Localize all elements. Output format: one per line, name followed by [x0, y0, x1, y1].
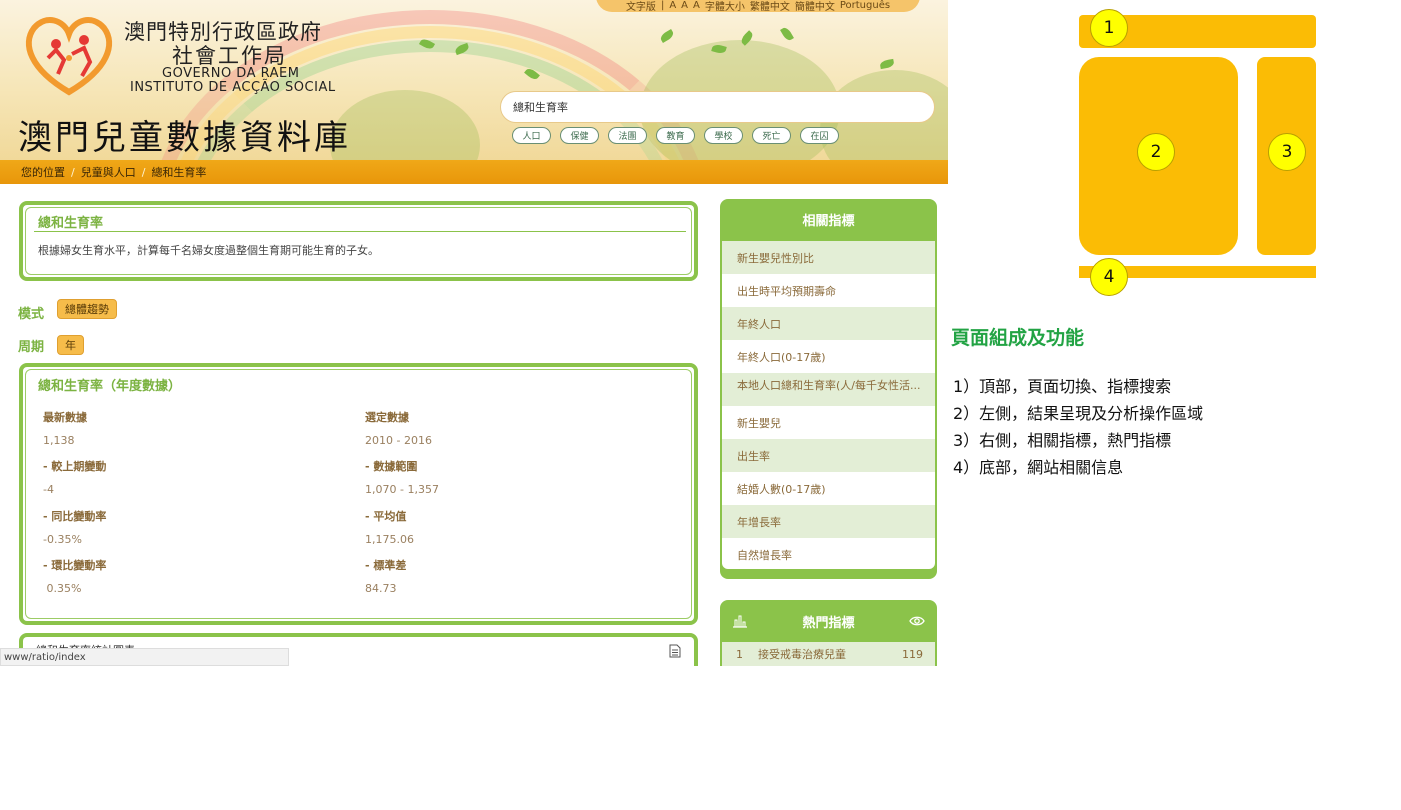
badge-1: 1	[1090, 9, 1128, 47]
breadcrumb-current: 總和生育率	[151, 166, 207, 179]
breadcrumb-separator: /	[141, 165, 146, 179]
related-indicators-panel: 相關指標 新生嬰兒性別比 出生時平均預期壽命 年終人口 年終人口(0-17歲) …	[720, 199, 937, 579]
quick-tag-school[interactable]: 學校	[704, 127, 743, 144]
font-size-label: 字體大小	[704, 1, 745, 13]
stat-value: -4	[43, 483, 54, 496]
page: 澳門特別行政區政府 社會工作局 GOVERNO DA RAEM INSTITUT…	[0, 0, 1401, 810]
card-inner-border	[25, 369, 692, 619]
stat-label: 選定數據	[365, 411, 409, 424]
badge-4: 4	[1090, 258, 1128, 296]
hot-panel-title: 熱門指標	[802, 615, 855, 631]
breadcrumb-category[interactable]: 兒童與人口	[81, 164, 136, 180]
stat-value: 1,175.06	[365, 533, 414, 546]
description-card	[19, 201, 698, 281]
related-item[interactable]: 新生嬰兒性別比	[722, 241, 935, 274]
quick-tag-population[interactable]: 人口	[512, 127, 551, 144]
org-name-pt-sub: INSTITUTO DE ACÇÃO SOCIAL	[130, 80, 336, 95]
page-cutoff	[0, 666, 948, 810]
bar-chart-icon	[733, 615, 747, 628]
leaf-decoration	[658, 29, 676, 43]
related-panel-title: 相關指標	[802, 213, 855, 229]
related-item[interactable]: 年終人口(0-17歲)	[722, 340, 935, 373]
divider: |	[660, 0, 665, 11]
lang-simplified-link[interactable]: 簡體中文	[795, 0, 835, 13]
lang-portuguese-link[interactable]: Português	[840, 0, 890, 11]
quick-tag-education[interactable]: 教育	[656, 127, 695, 144]
font-large-button[interactable]: A	[693, 0, 700, 11]
period-chip-year[interactable]: 年	[57, 335, 84, 355]
indicator-search-input[interactable]: 總和生育率	[500, 91, 935, 123]
ias-logo	[25, 17, 113, 96]
hot-item-count: 119	[902, 647, 923, 661]
stat-label: 最新數據	[43, 411, 87, 424]
hot-list-item[interactable]: 1 接受戒毒治療兒童 119	[722, 642, 935, 666]
card-divider	[34, 231, 686, 232]
related-item[interactable]: 結婚人數(0-17歲)	[722, 472, 935, 505]
stat-value: -0.35%	[43, 533, 82, 546]
status-bar-url: www/ratio/index	[0, 648, 289, 666]
hot-indicators-panel: 熱門指標 1 接受戒毒治療兒童 119	[720, 600, 937, 666]
mode-chip-overall-trend[interactable]: 總體趨勢	[57, 299, 117, 319]
stat-label: - 較上期變動	[43, 460, 107, 473]
font-small-button[interactable]: A	[669, 0, 676, 11]
stat-label: - 環比變動率	[43, 559, 107, 572]
badge-2: 2	[1137, 133, 1175, 171]
stats-card	[19, 363, 698, 625]
leaf-decoration	[780, 25, 794, 43]
legend-line: 3）右側，相關指標，熱門指標	[953, 431, 1172, 450]
lang-traditional-link[interactable]: 繁體中文	[750, 0, 790, 13]
eye-icon[interactable]	[909, 615, 925, 627]
quick-tag-death[interactable]: 死亡	[752, 127, 791, 144]
breadcrumb-separator: /	[71, 165, 75, 179]
quick-tag-list: 人口 保健 法團 教育 學校 死亡 在囚	[512, 127, 839, 144]
site-header: 澳門特別行政區政府 社會工作局 GOVERNO DA RAEM INSTITUT…	[0, 0, 948, 160]
related-item[interactable]: 年增長率	[722, 505, 935, 538]
stat-value: 1,070 - 1,357	[365, 483, 439, 496]
stats-card-title: 總和生育率（年度數據）	[38, 379, 182, 394]
card-inner-border	[25, 207, 692, 275]
text-version-link[interactable]: 文字版	[626, 0, 656, 13]
stat-value: 84.73	[365, 582, 397, 595]
period-label: 周期	[18, 340, 45, 355]
font-medium-button[interactable]: A	[681, 0, 688, 11]
hot-panel-header: 熱門指標	[720, 600, 937, 642]
quick-tag-health[interactable]: 保健	[560, 127, 599, 144]
site-title: 澳門兒童數據資料庫	[18, 118, 351, 158]
hot-item-rank: 1	[736, 647, 743, 661]
related-list: 新生嬰兒性別比 出生時平均預期壽命 年終人口 年終人口(0-17歲) 本地人口總…	[722, 241, 935, 569]
description-card-title: 總和生育率	[38, 216, 104, 231]
breadcrumb-home[interactable]: 您的位置	[21, 164, 65, 180]
org-name-pt: GOVERNO DA RAEM	[162, 66, 300, 81]
breadcrumb: 您的位置 / 兒童與人口 / 總和生育率	[0, 160, 948, 184]
legend-line: 4）底部，網站相關信息	[953, 458, 1124, 477]
quick-tag-prison[interactable]: 在囚	[800, 127, 839, 144]
legend-title: 頁面組成及功能	[951, 327, 1085, 349]
legend-line: 2）左側，結果呈現及分析操作區域	[953, 404, 1204, 423]
stat-label: - 數據範圍	[365, 460, 418, 473]
related-item[interactable]: 出生率	[722, 439, 935, 472]
stat-value: 1,138	[43, 434, 75, 447]
badge-3: 3	[1268, 133, 1306, 171]
stat-label: - 標準差	[365, 559, 407, 572]
stat-label: - 平均值	[365, 510, 407, 523]
stat-value: 2010 - 2016	[365, 434, 432, 447]
legend-line: 1）頂部，頁面切換、指標搜索	[953, 377, 1172, 396]
stat-label: - 同比變動率	[43, 510, 107, 523]
language-bar: 文字版 | A A A 字體大小 繁體中文 簡體中文 Português	[596, 0, 920, 13]
hot-item-name: 接受戒毒治療兒童	[758, 648, 846, 661]
related-item[interactable]: 新生嬰兒	[722, 406, 935, 439]
leaf-decoration	[879, 58, 895, 70]
related-item[interactable]: 自然增長率	[722, 538, 935, 571]
related-item[interactable]: 本地人口總和生育率(人/每千女性活...	[722, 373, 935, 406]
related-item[interactable]: 出生時平均預期壽命	[722, 274, 935, 307]
description-text: 根據婦女生育水平，計算每千名婦女度過整個生育期可能生育的子女。	[38, 244, 379, 257]
stat-value: 0.35%	[43, 582, 82, 595]
mode-label: 模式	[18, 307, 45, 322]
related-item[interactable]: 年終人口	[722, 307, 935, 340]
quick-tag-legal[interactable]: 法團	[608, 127, 647, 144]
document-icon[interactable]	[669, 644, 681, 658]
